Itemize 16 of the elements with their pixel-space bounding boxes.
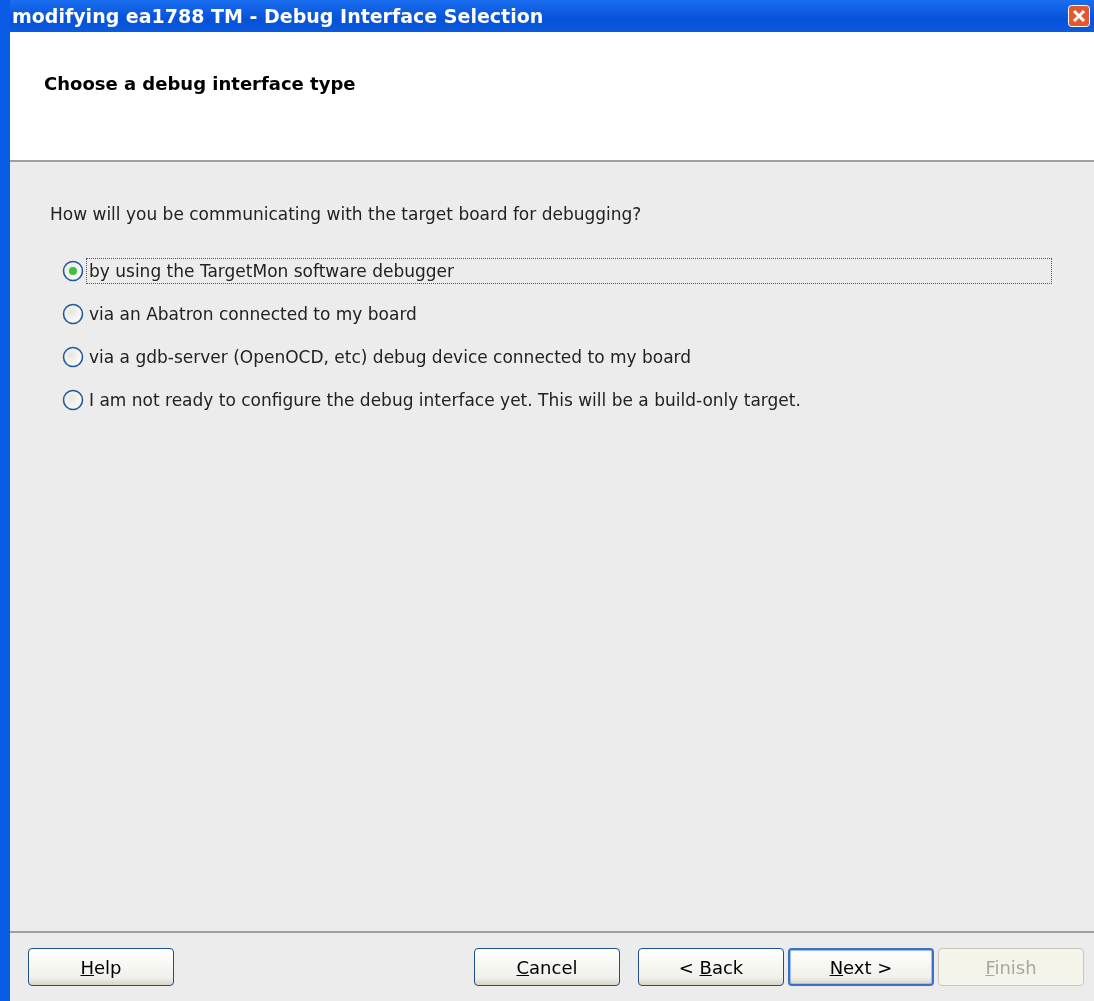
radio-button[interactable] xyxy=(62,302,84,325)
close-icon[interactable] xyxy=(1068,5,1090,27)
option-label[interactable]: I am not ready to configure the debug interface yet. This will be a build-only target. xyxy=(86,386,804,413)
window-title: modifying ea1788 TM - Debug Interface Selection xyxy=(12,3,544,29)
radio-button[interactable] xyxy=(62,388,84,411)
wizard-button[interactable]: Cancel xyxy=(474,948,620,986)
question-text: How will you be communicating with the target board for debugging? xyxy=(50,203,643,226)
option-label[interactable]: by using the TargetMon software debugger xyxy=(86,257,1052,284)
wizard-button[interactable]: Next > xyxy=(788,948,934,986)
wizard-button[interactable]: Help xyxy=(28,948,174,986)
option-label[interactable]: via a gdb-server (OpenOCD, etc) debug device connected to my board xyxy=(86,343,695,370)
option-label[interactable]: via an Abatron connected to my board xyxy=(86,300,420,327)
page-heading: Choose a debug interface type xyxy=(44,72,357,96)
wizard-button[interactable]: < Back xyxy=(638,948,784,986)
radio-button[interactable] xyxy=(62,259,84,282)
radio-button[interactable] xyxy=(62,345,84,368)
